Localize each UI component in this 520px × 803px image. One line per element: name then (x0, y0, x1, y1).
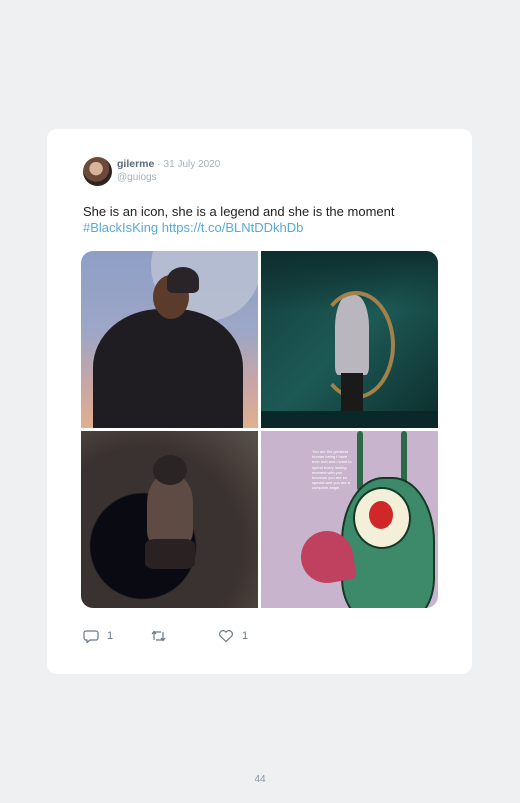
separator: · (157, 159, 161, 170)
url-link[interactable]: https://t.co/BLNtDDkhDb (162, 220, 304, 235)
like-icon (219, 630, 233, 643)
page-number: 44 (254, 774, 266, 785)
media-grid: You are the greatest human being I have … (81, 251, 438, 608)
hair-shape (153, 455, 187, 485)
media-photo-2[interactable] (261, 251, 438, 428)
retweet-action[interactable] (150, 629, 175, 643)
iris-shape (369, 501, 393, 529)
tweet-header: gilerme · 31 July 2020 (117, 158, 220, 171)
media-photo-4[interactable]: You are the greatest human being I have … (261, 431, 438, 608)
headpiece-shape (167, 267, 199, 293)
reply-count: 1 (107, 630, 114, 642)
reply-icon (83, 630, 99, 643)
tweet-card: gilerme · 31 July 2020 @guiogs She is an… (47, 129, 472, 674)
media-photo-3[interactable] (81, 431, 258, 608)
figure-shape (93, 309, 243, 428)
hashtag-link[interactable]: #BlackIsKing (83, 220, 158, 235)
like-action[interactable]: 1 (218, 629, 248, 643)
tweet-body: She is an icon, she is a legend and she … (83, 204, 395, 219)
antenna-left (357, 431, 363, 491)
figure-shape (147, 475, 193, 545)
tweet-date[interactable]: 31 July 2020 (164, 159, 221, 170)
retweet-icon (151, 630, 166, 642)
like-count: 1 (242, 630, 249, 642)
legs-shape (145, 539, 195, 569)
floor-shape (261, 411, 438, 428)
user-handle[interactable]: @guiogs (117, 172, 157, 183)
meme-text: You are the greatest human being I have … (312, 449, 352, 491)
avatar[interactable] (83, 157, 112, 186)
media-photo-1[interactable] (81, 251, 258, 428)
reply-action[interactable]: 1 (83, 629, 113, 643)
display-name[interactable]: gilerme (117, 158, 154, 170)
tweet-text: She is an icon, she is a legend and she … (83, 204, 443, 236)
